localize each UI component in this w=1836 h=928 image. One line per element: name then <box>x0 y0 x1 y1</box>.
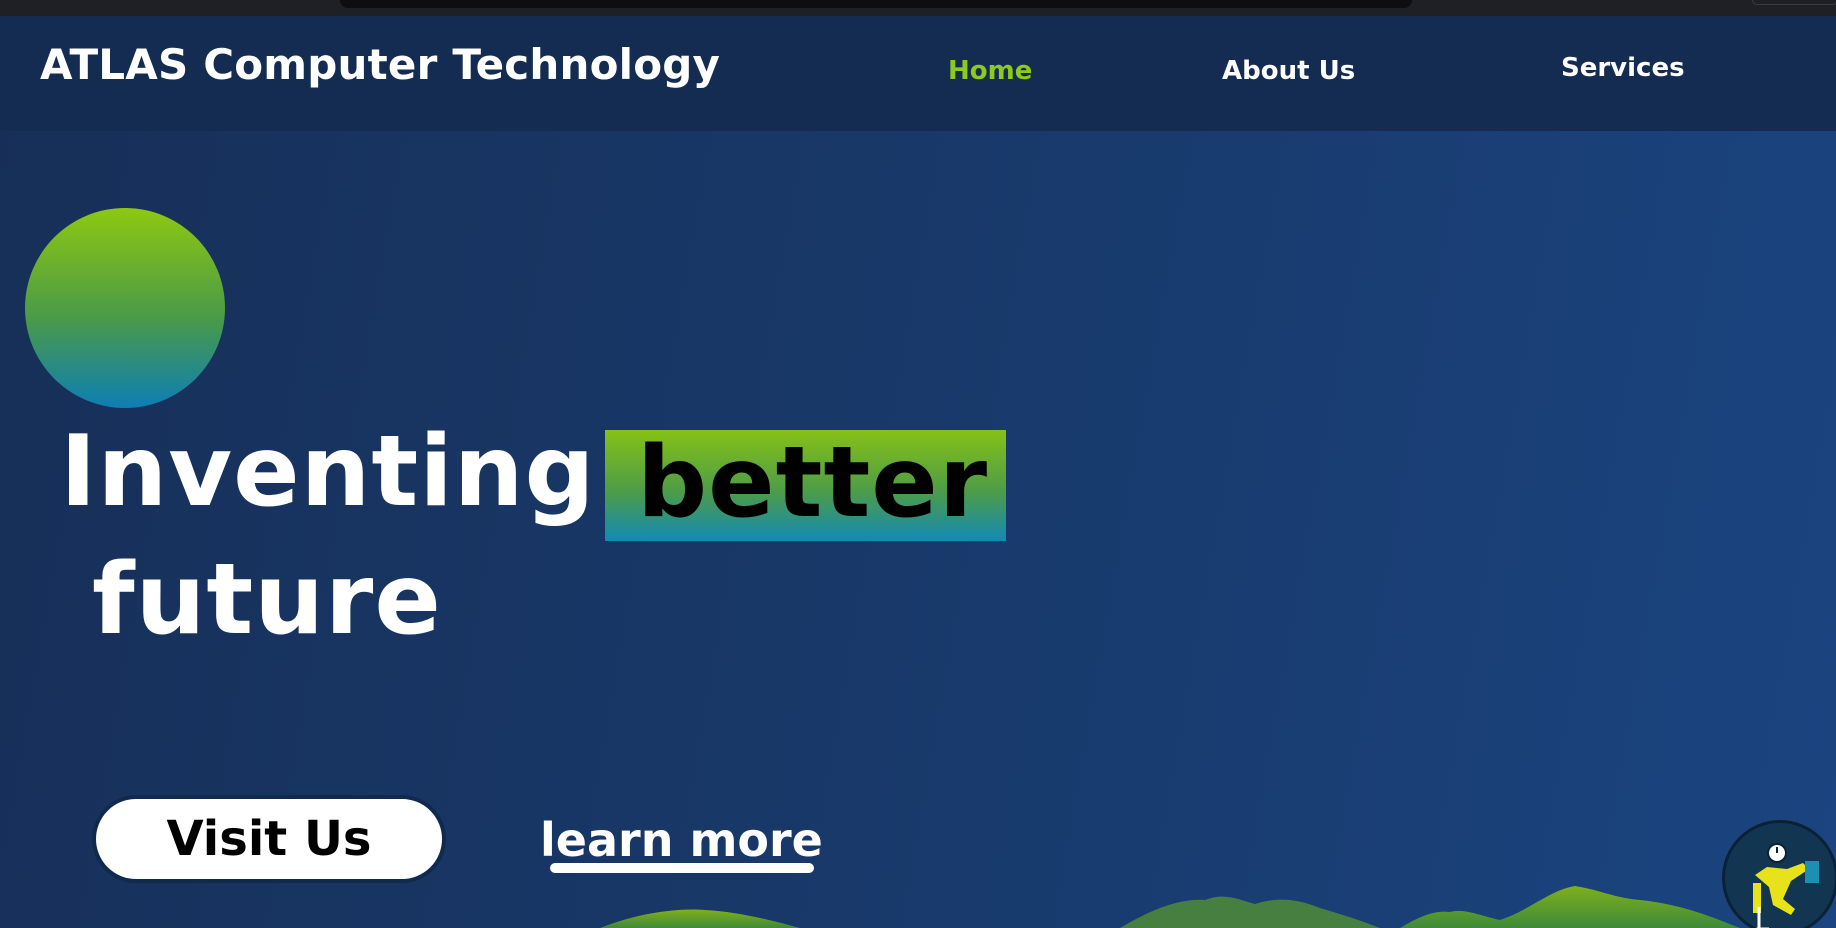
desk-worker-icon[interactable] <box>1722 820 1836 928</box>
hero-gradient-circle <box>25 208 225 408</box>
hero-highlight-box: better <box>605 426 1006 541</box>
page: ATLAS Computer Technology Home About Us … <box>0 0 1836 928</box>
green-hills-decoration <box>600 886 1740 928</box>
site-navbar: ATLAS Computer Technology Home About Us … <box>0 16 1836 131</box>
hero-highlight-word: better <box>637 426 989 540</box>
browser-address-bar[interactable] <box>340 0 1412 8</box>
browser-corner-control[interactable] <box>1752 0 1836 5</box>
browser-top-strip <box>0 0 1836 16</box>
nav-link-services[interactable]: Services <box>1561 53 1685 83</box>
hero-headline-last-word: future <box>92 543 442 657</box>
learn-more-link[interactable]: learn more <box>540 810 823 870</box>
hero-headline-first-word: Inventing <box>60 415 596 529</box>
nav-link-home[interactable]: Home <box>948 56 1032 86</box>
nav-link-about-us[interactable]: About Us <box>1222 56 1355 86</box>
brand-logo-text[interactable]: ATLAS Computer Technology <box>40 40 720 89</box>
hill-right <box>1400 886 1740 928</box>
hill-middle <box>1120 896 1380 928</box>
hill-left <box>600 909 800 928</box>
